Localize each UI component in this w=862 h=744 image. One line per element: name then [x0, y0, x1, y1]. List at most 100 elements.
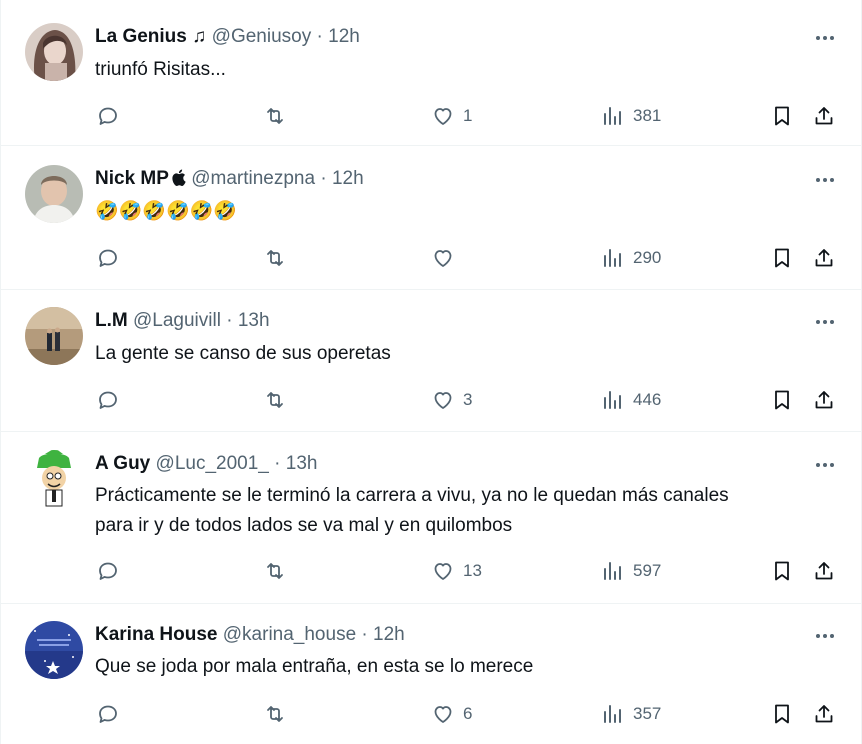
retweet-button[interactable] [263, 699, 287, 729]
bookmark-icon [775, 561, 789, 581]
timestamp[interactable]: 12h [332, 168, 364, 189]
like-count: 6 [463, 704, 473, 723]
tweet[interactable]: A Guy @Luc_2001_ · 13h Prácticamente se … [1, 432, 862, 604]
views-icon [604, 107, 621, 125]
like-button[interactable] [431, 243, 455, 273]
timestamp[interactable]: 12h [373, 624, 405, 645]
display-name[interactable]: Karina House [95, 624, 217, 645]
user-handle[interactable]: @martinezpna [191, 168, 315, 189]
avatar[interactable] [25, 23, 83, 81]
reply-button[interactable] [96, 699, 120, 729]
reply-icon [99, 249, 117, 267]
reply-icon [99, 562, 117, 580]
view-count: 597 [633, 561, 662, 580]
user-handle[interactable]: @karina_house [223, 624, 356, 645]
share-button[interactable] [812, 243, 836, 273]
tweet-text: La gente se canso de sus operetas [95, 343, 391, 364]
more-options-button[interactable] [813, 453, 837, 477]
tweet[interactable]: La Genius ♫ @Geniusoy · 12h triunfó Risi… [1, 0, 862, 146]
bookmark-icon [775, 106, 789, 126]
views-icon [604, 249, 621, 267]
views-icon [604, 705, 621, 723]
avatar[interactable] [25, 450, 83, 508]
reply-button[interactable] [96, 101, 120, 131]
like-button[interactable]: 6 [431, 699, 472, 729]
view-count: 381 [633, 106, 662, 125]
retweet-button[interactable] [263, 385, 287, 415]
more-options-button[interactable] [813, 168, 837, 192]
share-button[interactable] [812, 699, 836, 729]
user-handle[interactable]: @Luc_2001_ [156, 453, 269, 474]
share-button[interactable] [812, 556, 836, 586]
like-button[interactable]: 3 [431, 385, 472, 415]
avatar[interactable] [25, 307, 83, 365]
action-bar: 6 357 [1, 699, 862, 729]
bookmark-button[interactable] [770, 385, 794, 415]
views-icon [604, 391, 621, 409]
bookmark-icon [775, 704, 789, 724]
two-people-hallway-avatar [25, 307, 83, 365]
bookmark-button[interactable] [770, 101, 794, 131]
tweet-text: Que se joda por mala entraña, en esta se… [95, 656, 534, 677]
tweet[interactable]: L.M @Laguivill · 13h La gente se canso d… [1, 290, 862, 432]
retweet-button[interactable] [263, 101, 287, 131]
display-name[interactable]: A Guy [95, 453, 150, 474]
tweet-text-line: Prácticamente se le terminó la carrera a… [95, 485, 729, 506]
display-name[interactable]: Nick MP [95, 168, 169, 189]
reply-button[interactable] [96, 556, 120, 586]
apple-icon [172, 169, 186, 193]
man-portrait-avatar [25, 165, 83, 223]
views-button[interactable]: 446 [601, 385, 661, 415]
like-count: 13 [463, 561, 482, 580]
tweet[interactable]: Nick MP @martinezpna · 12h 🤣🤣🤣🤣🤣🤣 290 [1, 146, 862, 290]
views-button[interactable]: 290 [601, 243, 661, 273]
share-button[interactable] [812, 385, 836, 415]
timestamp[interactable]: 13h [286, 453, 318, 474]
retweet-icon [267, 108, 283, 124]
reply-feed: La Genius ♫ @Geniusoy · 12h triunfó Risi… [0, 0, 862, 744]
tweet[interactable]: Karina House @karina_house · 12h Que se … [1, 604, 862, 744]
view-count: 357 [633, 704, 662, 723]
more-options-button[interactable] [813, 310, 837, 334]
retweet-icon [267, 706, 283, 722]
bookmark-button[interactable] [770, 243, 794, 273]
share-icon [815, 107, 833, 125]
cartoon-character-avatar [25, 450, 83, 508]
views-button[interactable]: 381 [601, 101, 661, 131]
reply-button[interactable] [96, 385, 120, 415]
action-bar: 290 [1, 243, 862, 273]
more-options-button[interactable] [813, 26, 837, 50]
retweet-button[interactable] [263, 243, 287, 273]
bookmark-icon [775, 390, 789, 410]
action-bar: 3 446 [1, 385, 862, 415]
retweet-button[interactable] [263, 556, 287, 586]
display-name[interactable]: L.M [95, 310, 128, 331]
user-handle[interactable]: @Laguivill [133, 310, 221, 331]
heart-icon [434, 392, 452, 409]
views-button[interactable]: 597 [601, 556, 661, 586]
avatar[interactable] [25, 621, 83, 679]
action-bar: 13 597 [1, 556, 862, 586]
share-button[interactable] [812, 101, 836, 131]
heart-icon [434, 108, 452, 125]
more-options-button[interactable] [813, 624, 837, 648]
more-icon [816, 36, 834, 40]
timestamp[interactable]: 12h [328, 26, 360, 47]
more-icon [816, 634, 834, 638]
like-button[interactable]: 13 [431, 556, 482, 586]
share-icon [815, 562, 833, 580]
timestamp[interactable]: 13h [238, 310, 270, 331]
reply-button[interactable] [96, 243, 120, 273]
views-icon [604, 562, 621, 580]
like-button[interactable]: 1 [431, 101, 472, 131]
tweet-text-line: para ir y de todos lados se va mal y en … [95, 515, 513, 536]
heart-icon [434, 250, 452, 267]
bookmark-button[interactable] [770, 699, 794, 729]
reply-icon [99, 391, 117, 409]
avatar[interactable] [25, 165, 83, 223]
views-button[interactable]: 357 [601, 699, 661, 729]
share-icon [815, 249, 833, 267]
bookmark-button[interactable] [770, 556, 794, 586]
user-handle[interactable]: @Geniusoy [212, 26, 312, 47]
display-name[interactable]: La Genius ♫ [95, 26, 206, 47]
